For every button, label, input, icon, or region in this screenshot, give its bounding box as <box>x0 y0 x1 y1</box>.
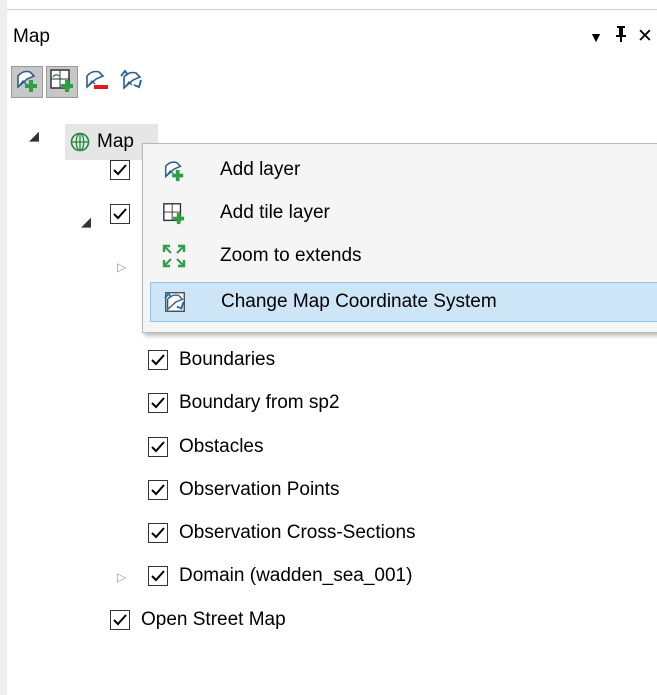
root-expander-icon[interactable]: ◢ <box>29 128 39 144</box>
map-toolbar <box>11 66 148 102</box>
menu-item-label: Zoom to extends <box>220 245 362 266</box>
tree-item-label: Obstacles <box>179 436 264 457</box>
tree-item-boundary-from-sp2[interactable]: Boundary from sp2 <box>148 383 340 423</box>
group-expander-icon[interactable]: ◢ <box>81 214 91 230</box>
checkbox[interactable] <box>110 204 130 224</box>
checkbox[interactable] <box>148 437 168 457</box>
remove-layer-button[interactable] <box>81 66 113 98</box>
tree-item-boundaries[interactable]: Boundaries <box>148 340 275 380</box>
panel-title: Map <box>13 26 50 47</box>
checkbox[interactable] <box>110 160 130 180</box>
dropdown-icon[interactable]: ▼ <box>585 25 607 49</box>
menu-item-zoom-to-extends[interactable]: Zoom to extends <box>150 236 657 276</box>
menu-item-label: Change Map Coordinate System <box>221 291 497 312</box>
checkbox[interactable] <box>110 610 130 630</box>
map-panel: Map ▼ ✕ ◢ Map ◢ ▷ Boundaries Boundary fr… <box>7 10 657 695</box>
menu-item-add-tile-layer[interactable]: Add tile layer <box>150 193 657 233</box>
add-layer-button[interactable] <box>11 66 43 98</box>
panel-titlebar: Map ▼ ✕ <box>7 25 657 49</box>
tree-item-label: Boundary from sp2 <box>179 392 340 413</box>
tree-item-label: Observation Cross-Sections <box>179 522 416 543</box>
close-icon[interactable]: ✕ <box>634 25 656 49</box>
tree-item-label: Open Street Map <box>141 609 286 630</box>
tree-item-label: Observation Points <box>179 479 340 500</box>
tree-item-label: Domain (wadden_sea_001) <box>179 565 413 586</box>
domain-expander-icon[interactable]: ▷ <box>117 570 126 584</box>
pin-icon[interactable] <box>610 25 632 50</box>
menu-item-change-map-coordinate-system[interactable]: Change Map Coordinate System <box>150 282 657 322</box>
zoom-extents-icon <box>160 242 188 270</box>
tree-item-open-street-map[interactable]: Open Street Map <box>110 600 286 640</box>
tree-item-hidden-1[interactable] <box>110 150 130 190</box>
checkbox[interactable] <box>148 350 168 370</box>
change-coordinate-system-icon <box>119 67 145 98</box>
tree-item-hidden-2[interactable] <box>110 194 130 234</box>
change-coordinate-system-button[interactable] <box>116 66 148 98</box>
tree-item-obstacles[interactable]: Obstacles <box>148 427 263 467</box>
menu-item-label: Add tile layer <box>220 202 330 223</box>
change-coordinate-system-icon <box>161 288 189 316</box>
add-tile-layer-button[interactable] <box>46 66 78 98</box>
collapsed-expander-icon[interactable]: ▷ <box>117 260 126 274</box>
menu-item-add-layer[interactable]: Add layer <box>150 150 657 190</box>
tree-item-observation-cross-sections[interactable]: Observation Cross-Sections <box>148 513 416 553</box>
tree-item-label: Boundaries <box>179 349 276 370</box>
add-tile-layer-icon <box>160 199 188 227</box>
remove-layer-icon <box>84 67 110 98</box>
checkbox[interactable] <box>148 523 168 543</box>
checkbox[interactable] <box>148 566 168 586</box>
tree-item-observation-points[interactable]: Observation Points <box>148 470 340 510</box>
menu-item-label: Add layer <box>220 159 301 180</box>
add-layer-icon <box>14 67 40 98</box>
checkbox[interactable] <box>148 480 168 500</box>
add-layer-icon <box>160 156 188 184</box>
globe-icon <box>70 132 90 152</box>
left-edge-strip <box>0 0 7 695</box>
context-menu: Add layer Add tile layer Zoom to extends… <box>142 143 657 333</box>
add-tile-layer-icon <box>49 67 75 98</box>
checkbox[interactable] <box>148 393 168 413</box>
tree-item-domain[interactable]: Domain (wadden_sea_001) <box>148 556 412 596</box>
